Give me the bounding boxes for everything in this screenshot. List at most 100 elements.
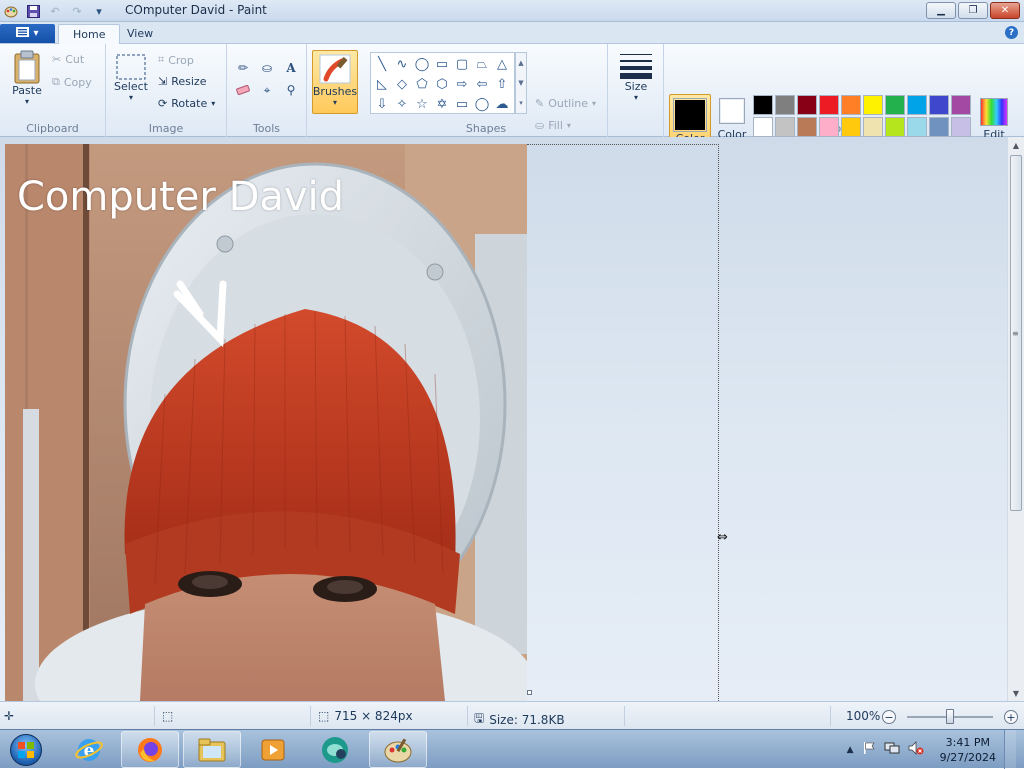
right-triangle-shape-icon[interactable]: ◺ bbox=[372, 74, 392, 94]
clipboard-group-label: Clipboard bbox=[26, 122, 79, 135]
palette-swatch[interactable] bbox=[775, 117, 795, 137]
palette-swatch[interactable] bbox=[819, 117, 839, 137]
outline-button[interactable]: ✎ Outline ▾ bbox=[535, 97, 596, 110]
down-arrow-shape-icon[interactable]: ⇩ bbox=[372, 94, 392, 114]
palette-swatch[interactable] bbox=[951, 95, 971, 115]
triangle-shape-icon[interactable]: △ bbox=[492, 54, 512, 74]
palette-swatch[interactable] bbox=[819, 95, 839, 115]
internet-explorer-icon[interactable]: e bbox=[60, 731, 118, 768]
hexagon-shape-icon[interactable]: ⬡ bbox=[432, 74, 452, 94]
palette-swatch[interactable] bbox=[929, 95, 949, 115]
zoom-out-button[interactable]: − bbox=[882, 710, 896, 724]
right-arrow-shape-icon[interactable]: ⇨ bbox=[452, 74, 472, 94]
oval-callout-shape-icon[interactable]: ◯ bbox=[472, 94, 492, 114]
six-point-star-shape-icon[interactable]: ✡ bbox=[432, 94, 452, 114]
help-icon[interactable]: ? bbox=[1005, 26, 1018, 39]
show-desktop-button[interactable] bbox=[1004, 730, 1016, 769]
show-hidden-icons-icon[interactable]: ▲ bbox=[847, 745, 854, 755]
media-player-icon[interactable] bbox=[244, 731, 302, 768]
select-button[interactable]: Select ▾ bbox=[114, 54, 148, 102]
palette-swatch[interactable] bbox=[863, 95, 883, 115]
canvas-workspace[interactable]: Computer David ⇔ bbox=[0, 137, 1007, 701]
cloud-callout-shape-icon[interactable]: ☁ bbox=[492, 94, 512, 114]
gallery-expand-icon[interactable]: ▾ bbox=[519, 99, 523, 107]
tab-view[interactable]: View bbox=[113, 24, 167, 44]
palette-swatch[interactable] bbox=[841, 117, 861, 137]
save-icon[interactable] bbox=[24, 3, 42, 19]
file-explorer-icon[interactable] bbox=[183, 731, 241, 768]
crop-button[interactable]: ⌗ Crop bbox=[158, 53, 194, 67]
diamond-shape-icon[interactable]: ◇ bbox=[392, 74, 412, 94]
scroll-down-icon[interactable]: ▼ bbox=[518, 79, 523, 87]
scroll-down-arrow-icon[interactable]: ▼ bbox=[1008, 685, 1024, 701]
start-button[interactable] bbox=[4, 731, 48, 768]
palette-swatch[interactable] bbox=[797, 117, 817, 137]
chevron-down-icon: ▾ bbox=[211, 99, 216, 108]
volume-muted-icon[interactable] bbox=[908, 741, 924, 758]
palette-swatch[interactable] bbox=[885, 117, 905, 137]
paste-button[interactable]: Paste ▾ bbox=[8, 50, 46, 106]
customize-qat-icon[interactable]: ▾ bbox=[90, 3, 108, 19]
close-button[interactable]: ✕ bbox=[990, 2, 1020, 19]
pentagon-shape-icon[interactable]: ⬠ bbox=[412, 74, 432, 94]
palette-swatch[interactable] bbox=[929, 117, 949, 137]
app-icon[interactable] bbox=[306, 731, 364, 768]
vertical-scrollbar[interactable]: ▲ ≡ ▼ bbox=[1007, 137, 1024, 701]
canvas-image[interactable]: Computer David bbox=[5, 144, 527, 701]
palette-swatch[interactable] bbox=[753, 95, 773, 115]
restore-button[interactable]: ❐ bbox=[958, 2, 988, 19]
resize-button[interactable]: ⇲ Resize bbox=[158, 75, 206, 88]
quick-access-toolbar: ↶ ↷ ▾ bbox=[2, 2, 108, 20]
palette-swatch[interactable] bbox=[841, 95, 861, 115]
eraser-icon[interactable] bbox=[232, 80, 254, 100]
palette-swatch[interactable] bbox=[907, 117, 927, 137]
canvas-resize-handle[interactable] bbox=[527, 690, 532, 695]
palette-swatch[interactable] bbox=[885, 95, 905, 115]
line-shape-icon[interactable]: ╲ bbox=[372, 54, 392, 74]
tab-home[interactable]: Home bbox=[58, 24, 121, 44]
palette-swatch[interactable] bbox=[775, 95, 795, 115]
brushes-button[interactable]: Brushes ▾ bbox=[312, 50, 358, 114]
paint-menu-button[interactable]: ▾ bbox=[0, 24, 55, 43]
five-point-star-shape-icon[interactable]: ☆ bbox=[412, 94, 432, 114]
zoom-in-button[interactable]: + bbox=[1004, 710, 1018, 724]
text-tool-icon[interactable]: A bbox=[280, 58, 302, 78]
left-arrow-shape-icon[interactable]: ⇦ bbox=[472, 74, 492, 94]
fill-button[interactable]: ⛀ Fill ▾ bbox=[535, 119, 571, 132]
copy-button[interactable]: ⧉ Copy bbox=[52, 75, 92, 89]
magnifier-icon[interactable]: ⚲ bbox=[280, 80, 302, 100]
action-center-flag-icon[interactable] bbox=[862, 741, 876, 758]
firefox-icon[interactable] bbox=[121, 731, 179, 768]
redo-icon[interactable]: ↷ bbox=[68, 3, 86, 19]
rotate-button[interactable]: ⟳ Rotate ▾ bbox=[158, 97, 215, 110]
size-button[interactable]: Size ▾ bbox=[618, 52, 654, 102]
clock[interactable]: 3:41 PM 9/27/2024 bbox=[940, 735, 996, 765]
zoom-slider-thumb[interactable] bbox=[946, 709, 954, 724]
oval-shape-icon[interactable]: ◯ bbox=[412, 54, 432, 74]
color-picker-icon[interactable]: ⌖ bbox=[256, 80, 278, 100]
polygon-shape-icon[interactable]: ⏢ bbox=[472, 54, 492, 74]
minimize-button[interactable]: ▁ bbox=[926, 2, 956, 19]
palette-swatch[interactable] bbox=[907, 95, 927, 115]
rectangle-shape-icon[interactable]: ▭ bbox=[432, 54, 452, 74]
rounded-callout-shape-icon[interactable]: ▭ bbox=[452, 94, 472, 114]
curve-shape-icon[interactable]: ∿ bbox=[392, 54, 412, 74]
palette-swatch[interactable] bbox=[863, 117, 883, 137]
cut-button[interactable]: ✂ Cut bbox=[52, 53, 84, 66]
scroll-up-arrow-icon[interactable]: ▲ bbox=[1008, 137, 1024, 153]
palette-swatch[interactable] bbox=[797, 95, 817, 115]
network-icon[interactable] bbox=[884, 741, 900, 758]
four-point-star-shape-icon[interactable]: ✧ bbox=[392, 94, 412, 114]
paint-app-icon[interactable] bbox=[2, 3, 20, 19]
undo-icon[interactable]: ↶ bbox=[46, 3, 64, 19]
paint-taskbar-icon[interactable] bbox=[369, 731, 427, 768]
up-arrow-shape-icon[interactable]: ⇧ bbox=[492, 74, 512, 94]
taskbar: e ▲ 3:41 PM 9/27/2024 bbox=[0, 729, 1024, 769]
fill-bucket-icon[interactable]: ⛀ bbox=[256, 58, 278, 78]
palette-swatch[interactable] bbox=[951, 117, 971, 137]
scroll-up-icon[interactable]: ▲ bbox=[518, 59, 523, 67]
palette-swatch[interactable] bbox=[753, 117, 773, 137]
pencil-icon[interactable]: ✏ bbox=[232, 58, 254, 78]
rounded-rectangle-shape-icon[interactable]: ▢ bbox=[452, 54, 472, 74]
shapes-gallery-scroll[interactable]: ▲ ▼ ▾ bbox=[515, 52, 527, 114]
